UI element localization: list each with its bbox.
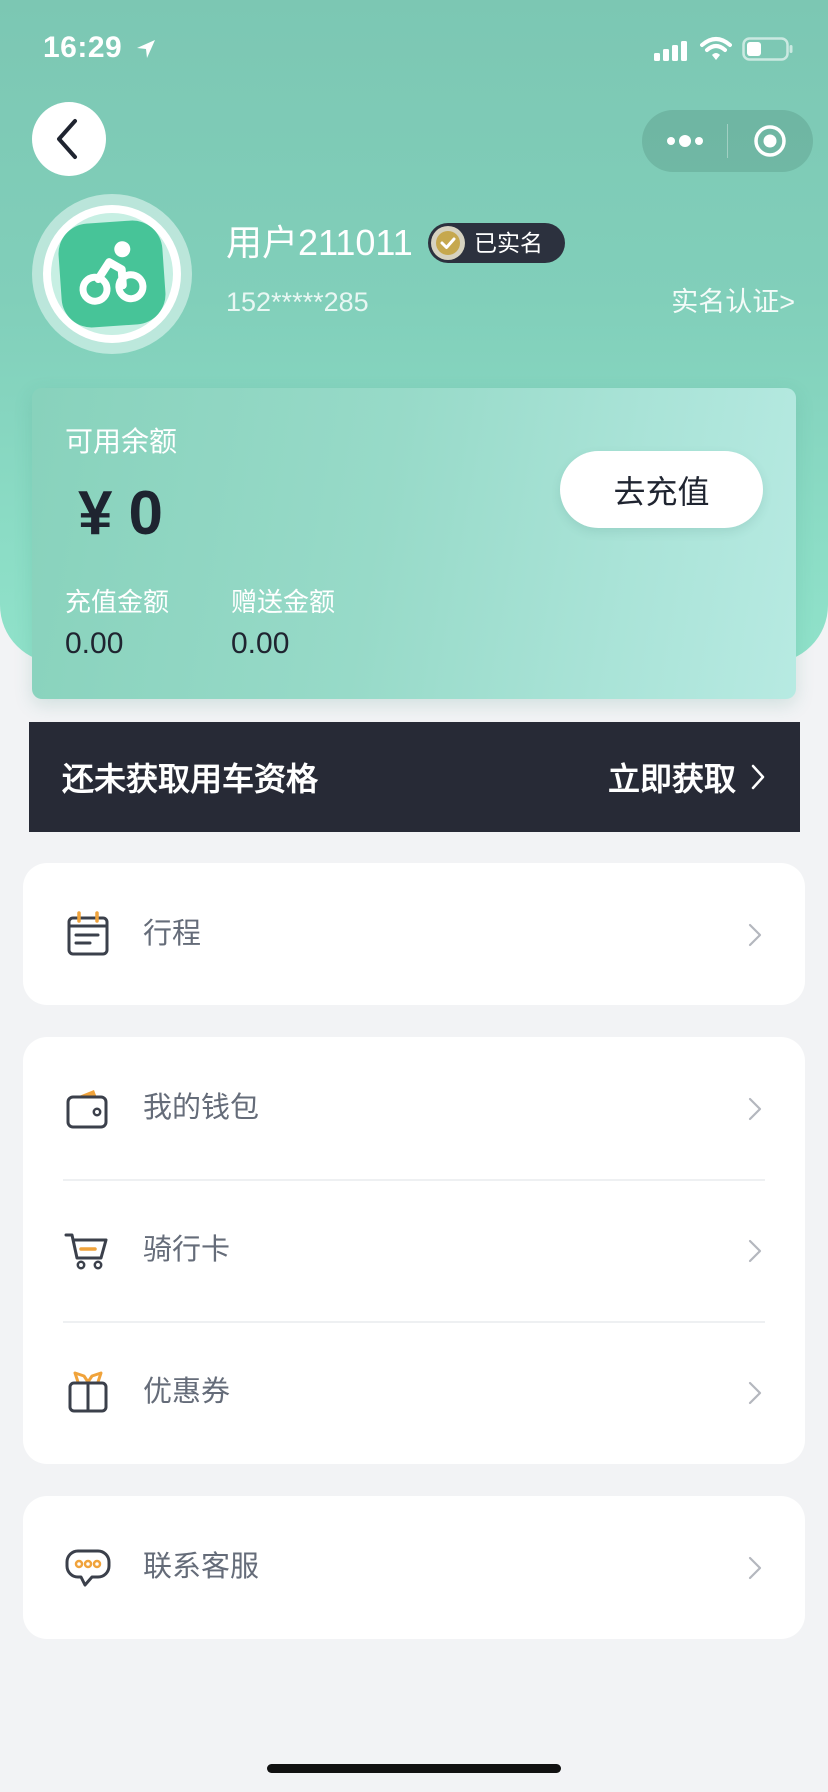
avatar-backdrop [51, 213, 173, 335]
menu-item-label: 我的钱包 [143, 1092, 260, 1124]
cart-icon [64, 1233, 108, 1270]
mini-program-capsule [642, 110, 813, 172]
account-card: 我的钱包 骑行卡 优惠券 [23, 1037, 805, 1464]
gift-icon [68, 1371, 108, 1413]
wifi-icon [700, 37, 732, 60]
recharge-amount-label: 充值金额 [65, 587, 170, 617]
verified-badge-label: 已实名 [474, 230, 543, 256]
qualification-message: 还未获取用车资格 [62, 761, 319, 797]
avatar[interactable] [32, 194, 192, 354]
status-time: 16:29 [43, 31, 123, 64]
currency-symbol: ¥ [78, 479, 113, 548]
chevron-left-icon [57, 119, 77, 159]
menu-item-label: 骑行卡 [143, 1234, 231, 1266]
home-indicator[interactable] [267, 1764, 561, 1773]
chevron-right-icon [748, 1239, 762, 1263]
obtain-now-label: 立即获取 [607, 761, 736, 797]
support-card: 联系客服 [23, 1496, 805, 1639]
obtain-now-action[interactable]: 立即获取 [608, 754, 766, 800]
more-dots-icon[interactable] [663, 129, 707, 153]
balance-amount: ¥ 0 [78, 479, 163, 549]
wallet-icon [66, 1090, 108, 1129]
balance-value: 0 [128, 479, 163, 548]
cellular-signal-icon [654, 41, 687, 61]
username: 用户211011 [226, 222, 413, 263]
menu-item-trip[interactable]: 行程 [23, 863, 805, 1005]
chevron-right-icon [748, 1381, 762, 1405]
recharge-amount-value: 0.00 [65, 627, 124, 660]
balance-card: 可用余额 ¥ 0 去充值 充值金额 0.00 赠送金额 0.00 [32, 388, 796, 699]
recharge-button[interactable]: 去充值 [560, 451, 763, 528]
chevron-right-icon [748, 923, 762, 947]
menu-item-label: 联系客服 [143, 1551, 260, 1583]
trip-card: 行程 [23, 863, 805, 1005]
menu-item-support[interactable]: 联系客服 [23, 1496, 805, 1639]
verified-badge: 已实名 [428, 223, 565, 263]
bonus-amount-value: 0.00 [231, 627, 290, 660]
chevron-right-icon [748, 1556, 762, 1580]
menu-item-riding-card[interactable]: 骑行卡 [23, 1179, 805, 1321]
avatar-ring [43, 205, 181, 343]
journal-icon [67, 911, 109, 956]
target-circle-icon[interactable] [752, 123, 788, 159]
qualification-banner[interactable]: 还未获取用车资格 立即获取 [29, 722, 800, 832]
phone-number: 152*****285 [226, 287, 369, 317]
chat-bubble-icon [65, 1549, 111, 1587]
back-button[interactable] [32, 102, 106, 176]
available-balance-title: 可用余额 [65, 426, 178, 457]
verified-seal-icon [431, 226, 465, 260]
bonus-amount-label: 赠送金额 [231, 587, 336, 617]
capsule-divider [727, 124, 728, 158]
chevron-right-icon [748, 1097, 762, 1121]
chevron-right-icon [751, 764, 765, 790]
location-arrow-icon [137, 40, 155, 58]
menu-item-coupons[interactable]: 优惠券 [23, 1321, 805, 1464]
battery-icon [742, 37, 793, 61]
avatar-tile [56, 218, 168, 330]
cyclist-icon [79, 241, 147, 305]
menu-item-label: 优惠券 [143, 1376, 231, 1408]
menu-item-wallet[interactable]: 我的钱包 [23, 1037, 805, 1179]
menu-item-label: 行程 [143, 918, 202, 950]
real-name-verify-link[interactable]: 实名认证> [671, 285, 795, 319]
